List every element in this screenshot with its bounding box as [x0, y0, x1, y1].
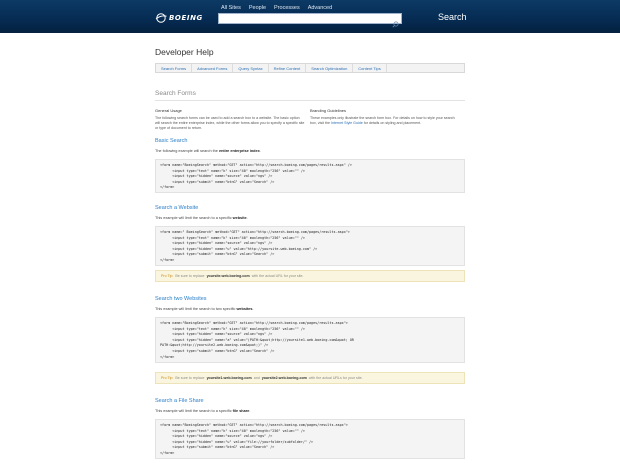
nav-advanced[interactable]: Advanced	[308, 5, 332, 11]
example-desc-post: .	[259, 149, 261, 153]
example-desc-pre: This example will limit the search to a …	[155, 409, 233, 413]
section-title: Search Forms	[155, 90, 196, 97]
section-divider	[155, 100, 465, 101]
code-block-search-website[interactable]: <form name=" BoeingSearch" method="GET" …	[155, 226, 465, 266]
example-desc-post: .	[246, 216, 248, 220]
style-guide-link[interactable]: Internet Style Guide	[331, 121, 363, 125]
example-desc-pre: This example will limit the search to tw…	[155, 307, 237, 311]
pro-tip-text-mid: and	[253, 376, 260, 380]
tab-refine-content[interactable]: Refine Content	[269, 64, 307, 72]
example-desc: This example will limit the search to tw…	[155, 307, 254, 311]
example-title-basic-search: Basic Search	[155, 138, 188, 144]
branding-column: Branding Guidelines These examples only …	[310, 108, 460, 126]
pro-tip-search-website: Pro Tip: Be sure to replace yoursite.web…	[155, 270, 465, 282]
example-desc: This example will limit the search to a …	[155, 216, 248, 220]
pro-tip-highlight: yoursite1.web.boeing.com	[206, 376, 252, 380]
branding-heading: Branding Guidelines	[310, 108, 347, 113]
pro-tip-text-post: with the actual URLs for your site.	[308, 376, 363, 380]
example-desc-bold: file share	[232, 409, 250, 413]
example-desc-bold: website	[232, 216, 247, 220]
tab-advanced-forms[interactable]: Advanced Forms	[192, 64, 234, 72]
pro-tip-label: Pro Tip:	[161, 274, 174, 278]
example-desc: This example will limit the search to a …	[155, 409, 250, 413]
pro-tip-text-pre: Be sure to replace	[175, 274, 205, 278]
example-title-search-website: Search a Website	[155, 205, 199, 211]
search-button[interactable]: Search	[438, 12, 467, 22]
example-desc-post: .	[252, 307, 254, 311]
boeing-logo-icon	[155, 13, 167, 23]
pro-tip-search-two-websites: Pro Tip: Be sure to replace yoursite1.we…	[155, 372, 465, 384]
branding-text: These examples only illustrate the searc…	[310, 116, 460, 126]
branding-text-post: for details on styling and placement.	[362, 121, 422, 125]
pro-tip-label: Pro Tip:	[161, 376, 174, 380]
pro-tip-text-pre: Be sure to replace	[175, 376, 205, 380]
nav-all-sites[interactable]: All Sites	[221, 5, 241, 11]
general-usage-column: General Usage The following search forms…	[155, 108, 305, 131]
pro-tip-text-post: with the actual URL for your site.	[251, 274, 304, 278]
general-usage-heading: General Usage	[155, 108, 182, 113]
tab-search-optimization[interactable]: Search Optimization	[306, 64, 354, 72]
example-desc-pre: This example will limit the search to a …	[155, 216, 233, 220]
example-desc-bold: websites	[236, 307, 253, 311]
tab-search-forms[interactable]: Search Forms	[156, 64, 193, 72]
code-block-basic-search[interactable]: <form name="BoeingSearch" method="GET" a…	[155, 159, 465, 193]
search-icon[interactable]	[392, 15, 399, 28]
page-title: Developer Help	[155, 47, 214, 57]
site-header: BOEING All Sites People Processes Advanc…	[0, 0, 620, 33]
example-desc-post: .	[249, 409, 251, 413]
top-nav: All Sites People Processes Advanced	[221, 5, 332, 11]
pro-tip-highlight: yoursite2.web.boeing.com	[261, 376, 307, 380]
example-title-search-file-share: Search a File Share	[155, 398, 204, 404]
tab-bar: Search Forms Advanced Forms Query Syntax…	[155, 63, 465, 73]
general-usage-text: The following search forms can be used t…	[155, 116, 305, 130]
pro-tip-highlight: yoursite.web.boeing.com	[206, 274, 250, 278]
tab-query-syntax[interactable]: Query Syntax	[233, 64, 269, 72]
search-box	[218, 13, 402, 31]
example-title-search-two-websites: Search two Websites	[155, 296, 207, 302]
tab-content-tips[interactable]: Content Tips	[353, 64, 387, 72]
code-block-search-two-websites[interactable]: <form name="BoeingSearch" method="GET" a…	[155, 317, 465, 363]
nav-processes[interactable]: Processes	[274, 5, 300, 11]
boeing-logo[interactable]: BOEING	[155, 12, 203, 24]
example-desc-pre: The following example will search the	[155, 149, 219, 153]
example-desc-bold: entire enterprise index	[218, 149, 260, 153]
example-desc: The following example will search the en…	[155, 149, 261, 153]
logo-text: BOEING	[169, 14, 203, 22]
search-input[interactable]	[219, 21, 387, 31]
code-block-search-file-share[interactable]: <form name="BoeingSearch" method="GET" a…	[155, 419, 465, 459]
nav-people[interactable]: People	[249, 5, 266, 11]
